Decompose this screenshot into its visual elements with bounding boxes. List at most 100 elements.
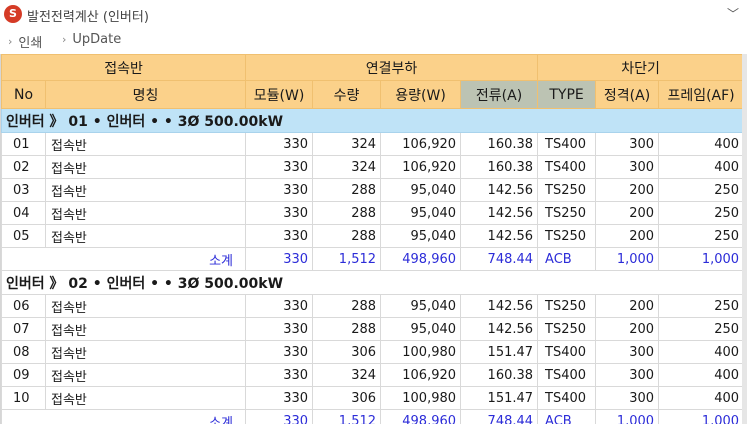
cell-module: 330 [245,201,314,225]
chevron-right-icon: › [62,33,67,46]
cell-current: 151.47 [460,340,539,364]
subtotal-current: 748.44 [460,247,539,271]
cell-capacity: 95,040 [380,224,462,248]
cell-module: 330 [245,363,314,387]
table-row[interactable]: 10 접속반 330 306 100,980 151.47 TS400 300 … [1,386,742,410]
data-grid[interactable]: 접속반 연결부하 차단기 No 명칭 모듈(W) 수량 용량(W) 전류(A) … [0,54,742,424]
column-header-no[interactable]: No [1,80,46,109]
cell-capacity: 95,040 [380,317,462,341]
update-button[interactable]: › UpDate [62,32,121,47]
cell-capacity: 106,920 [380,132,462,156]
cell-qty: 288 [312,317,382,341]
inverter-group-row[interactable]: 인버터 》 02 • 인버터 • • 3Ø 500.00kW [1,270,742,295]
cell-capacity: 95,040 [380,201,462,225]
cell-capacity: 100,980 [380,340,462,364]
column-header-rated[interactable]: 정격(A) [595,80,660,109]
cell-rated: 200 [595,178,660,202]
inverter-group-row[interactable]: 인버터 》 01 • 인버터 • • 3Ø 500.00kW [1,108,742,133]
cell-rated: 300 [595,132,660,156]
cell-name: 접속반 [44,224,247,248]
cell-type: TS400 [537,340,597,364]
cell-rated: 300 [595,155,660,179]
subtotal-rated: 1,000 [595,247,660,271]
cell-type: TS400 [537,132,597,156]
cell-no: 04 [1,201,46,225]
column-header-qty[interactable]: 수량 [312,80,382,109]
cell-qty: 306 [312,386,382,410]
cell-frame: 250 [658,224,742,248]
cell-rated: 300 [595,386,660,410]
cell-module: 330 [245,340,314,364]
table-row[interactable]: 02 접속반 330 324 106,920 160.38 TS400 300 … [1,155,742,179]
subtotal-frame: 1,000 [658,247,742,271]
subtotal-label: 소계 [1,409,247,424]
toolbar: › 인쇄 › UpDate [0,28,747,53]
cell-no: 05 [1,224,46,248]
cell-rated: 300 [595,363,660,387]
cell-module: 330 [245,155,314,179]
cell-module: 330 [245,224,314,248]
column-header-capacity[interactable]: 용량(W) [380,80,462,109]
subtotal-label: 소계 [1,247,247,271]
subtotal-qty: 1,512 [312,409,382,424]
cell-module: 330 [245,178,314,202]
table-row[interactable]: 04 접속반 330 288 95,040 142.56 TS250 200 2… [1,201,742,225]
cell-type: TS250 [537,224,597,248]
table-row[interactable]: 07 접속반 330 288 95,040 142.56 TS250 200 2… [1,317,742,341]
cell-frame: 250 [658,201,742,225]
cell-frame: 400 [658,132,742,156]
table-row[interactable]: 03 접속반 330 288 95,040 142.56 TS250 200 2… [1,178,742,202]
cell-capacity: 100,980 [380,386,462,410]
cell-name: 접속반 [44,340,247,364]
table-row[interactable]: 08 접속반 330 306 100,980 151.47 TS400 300 … [1,340,742,364]
collapse-chevron-icon[interactable]: ﹀ [727,5,739,22]
column-header-frame[interactable]: 프레임(AF) [658,80,742,109]
vertical-scrollbar[interactable] [742,54,747,424]
cell-name: 접속반 [44,317,247,341]
cell-module: 330 [245,132,314,156]
cell-type: TS250 [537,201,597,225]
column-header-current[interactable]: 전류(A) [460,80,539,109]
cell-name: 접속반 [44,155,247,179]
cell-capacity: 95,040 [380,178,462,202]
cell-module: 330 [245,386,314,410]
cell-module: 330 [245,317,314,341]
subtotal-row[interactable]: 소계 330 1,512 498,960 748.44 ACB 1,000 1,… [1,409,742,424]
cell-current: 160.38 [460,132,539,156]
cell-rated: 200 [595,201,660,225]
table-row[interactable]: 05 접속반 330 288 95,040 142.56 TS250 200 2… [1,224,742,248]
cell-current: 142.56 [460,224,539,248]
cell-frame: 250 [658,294,742,318]
cell-name: 접속반 [44,178,247,202]
cell-qty: 288 [312,224,382,248]
subtotal-row[interactable]: 소계 330 1,512 498,960 748.44 ACB 1,000 1,… [1,247,742,271]
table-row[interactable]: 01 접속반 330 324 106,920 160.38 TS400 300 … [1,132,742,156]
cell-current: 160.38 [460,363,539,387]
cell-frame: 400 [658,363,742,387]
table-row[interactable]: 06 접속반 330 288 95,040 142.56 TS250 200 2… [1,294,742,318]
column-header-module[interactable]: 모듈(W) [245,80,314,109]
subtotal-frame: 1,000 [658,409,742,424]
cell-frame: 250 [658,178,742,202]
cell-name: 접속반 [44,132,247,156]
subtotal-type: ACB [537,247,597,271]
update-label: UpDate [72,32,122,47]
window-title: 발전전력계산 (인버터) [27,10,149,25]
table-row[interactable]: 09 접속반 330 324 106,920 160.38 TS400 300 … [1,363,742,387]
cell-capacity: 106,920 [380,155,462,179]
cell-current: 142.56 [460,317,539,341]
cell-no: 09 [1,363,46,387]
cell-current: 142.56 [460,178,539,202]
print-button[interactable]: › 인쇄 [8,32,42,51]
cell-name: 접속반 [44,201,247,225]
cell-frame: 400 [658,155,742,179]
cell-frame: 400 [658,340,742,364]
column-header-name[interactable]: 명칭 [44,80,247,109]
cell-capacity: 106,920 [380,363,462,387]
subtotal-rated: 1,000 [595,409,660,424]
cell-rated: 300 [595,340,660,364]
cell-qty: 288 [312,178,382,202]
cell-no: 03 [1,178,46,202]
column-header-type[interactable]: TYPE [537,80,597,109]
header-breaker-group: 차단기 [537,54,742,81]
